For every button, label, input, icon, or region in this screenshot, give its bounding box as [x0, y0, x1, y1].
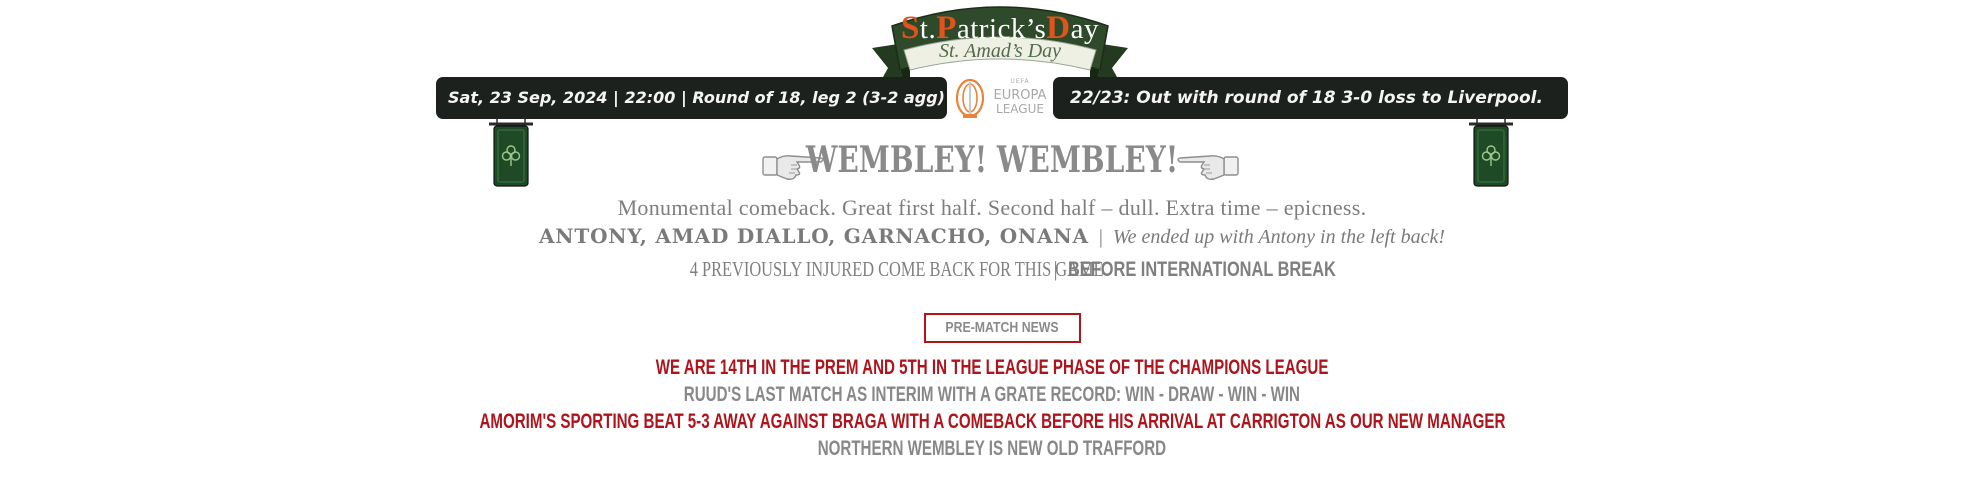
banner-subtitle: St. Amad’s Day	[938, 40, 1062, 62]
europa-league-logo: UEFA EUROPA LEAGUE	[950, 76, 1050, 120]
news-item: NORTHERN WEMBLEY IS NEW OLD TRAFFORD	[817, 437, 1167, 460]
news-item: AMORIM'S SPORTING BEAT 5-3 AWAY AGAINST …	[479, 410, 1505, 433]
key-players: ANTONY, AMAD DIALLO, GARNACHO, ONANA	[538, 224, 1089, 248]
news-item: WE ARE 14TH IN THE PREM AND 5TH IN THE L…	[655, 356, 1329, 379]
match-info-pill: Sat, 23 Sep, 2024 | 22:00 | Round of 18,…	[436, 77, 947, 119]
pre-match-news-label: PRE-MATCH NEWS	[924, 313, 1081, 343]
players-line: ANTONY, AMAD DIALLO, GARNACHO, ONANA | We …	[0, 224, 1984, 249]
news-item: RUUD'S LAST MATCH AS INTERIM WITH A GRAT…	[683, 383, 1301, 406]
trophy-icon	[955, 78, 985, 118]
history-pill: 22/23: Out with round of 18 3-0 loss to …	[1053, 77, 1568, 119]
league-label: LEAGUE	[996, 102, 1044, 116]
uefa-label: UEFA	[1010, 78, 1030, 85]
separator: |	[1098, 226, 1103, 248]
injured-note: 4 PREVIOUSLY INJURED COME BACK FOR THIS …	[689, 257, 1104, 281]
headline: WEMBLEY! WEMBLEY!	[805, 139, 1179, 181]
europa-label: EUROPA	[993, 88, 1047, 103]
left-back-note: We ended up with Antony in the left back…	[1112, 226, 1445, 248]
break-note: BEFORE INTERNATIONAL BREAK	[1067, 258, 1336, 281]
match-summary: Monumental comeback. Great first half. S…	[617, 195, 1367, 220]
injury-line: 4 PREVIOUSLY INJURED COME BACK FOR THIS …	[0, 257, 1984, 282]
